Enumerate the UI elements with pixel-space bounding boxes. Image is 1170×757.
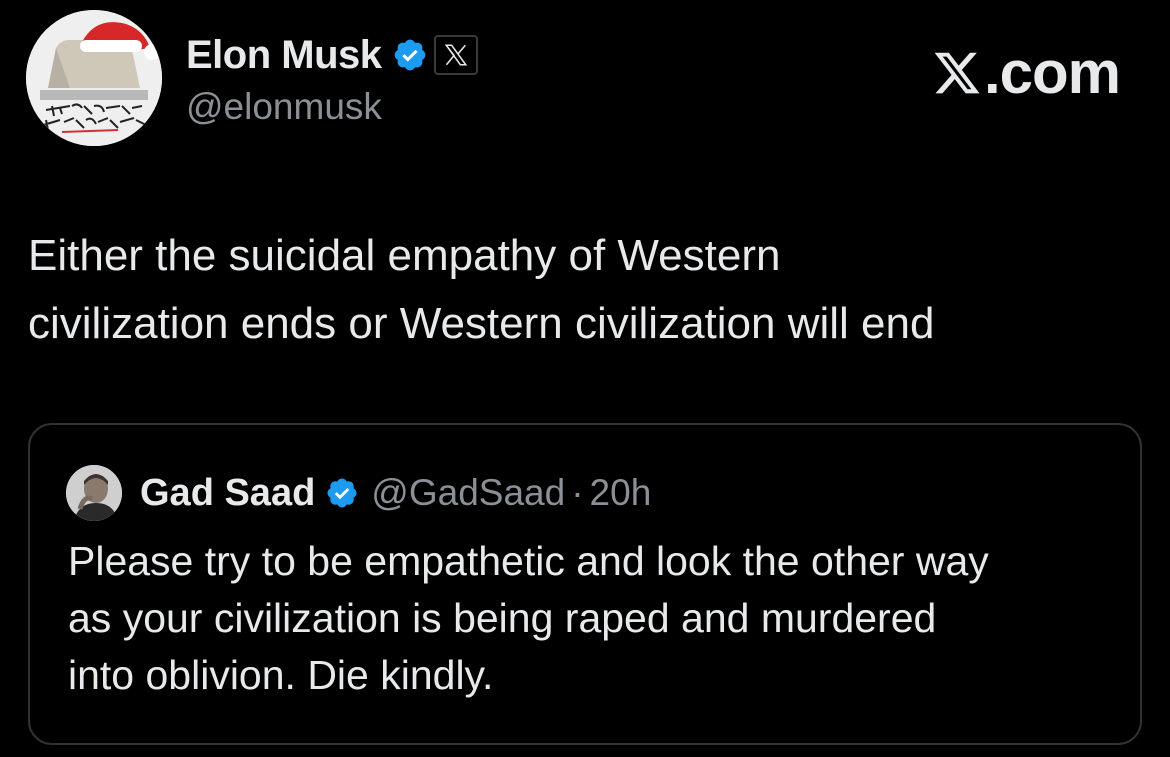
quoted-tweet-card[interactable]: Gad Saad @GadSaad · 20h Please try to be… bbox=[28, 423, 1142, 745]
author-avatar[interactable] bbox=[26, 10, 162, 146]
meta-separator: · bbox=[571, 472, 584, 513]
quoted-line-3: into oblivion. Die kindly. bbox=[68, 652, 494, 698]
quoted-verified-badge-icon bbox=[325, 476, 359, 510]
tweet-line-1: Either the suicidal empathy of Western bbox=[28, 231, 781, 280]
x-affiliation-badge-icon bbox=[433, 35, 478, 75]
author-name-block: Elon Musk @elonmusk bbox=[186, 30, 478, 128]
author-handle[interactable]: @elonmusk bbox=[186, 86, 478, 128]
author-display-name[interactable]: Elon Musk bbox=[186, 33, 382, 78]
quoted-author-handle[interactable]: @GadSaad bbox=[371, 472, 565, 514]
tweet-header: Elon Musk @elonmusk .com bbox=[26, 10, 1146, 150]
x-com-brand: .com bbox=[932, 38, 1121, 107]
gad-saad-avatar-icon bbox=[66, 465, 122, 521]
santa-hat-avatar-icon bbox=[26, 10, 162, 146]
tweet-body: Either the suicidal empathy of Western c… bbox=[28, 222, 1138, 358]
quoted-author-avatar[interactable] bbox=[66, 465, 122, 521]
verified-badge-icon bbox=[392, 37, 428, 73]
brand-domain-label: .com bbox=[983, 39, 1121, 106]
quoted-tweet-body: Please try to be empathetic and look the… bbox=[68, 533, 1118, 704]
quoted-line-1: Please try to be empathetic and look the… bbox=[68, 538, 989, 584]
author-name-row: Elon Musk bbox=[186, 30, 478, 80]
tweet-line-2: civilization ends or Western civilizatio… bbox=[28, 299, 935, 348]
quoted-timestamp[interactable]: 20h bbox=[590, 472, 652, 514]
quoted-author-display-name[interactable]: Gad Saad bbox=[140, 472, 315, 515]
x-logo-icon bbox=[934, 52, 980, 93]
quoted-tweet-header: Gad Saad @GadSaad · 20h bbox=[66, 465, 652, 521]
quoted-line-2: as your civilization is being raped and … bbox=[68, 595, 937, 641]
